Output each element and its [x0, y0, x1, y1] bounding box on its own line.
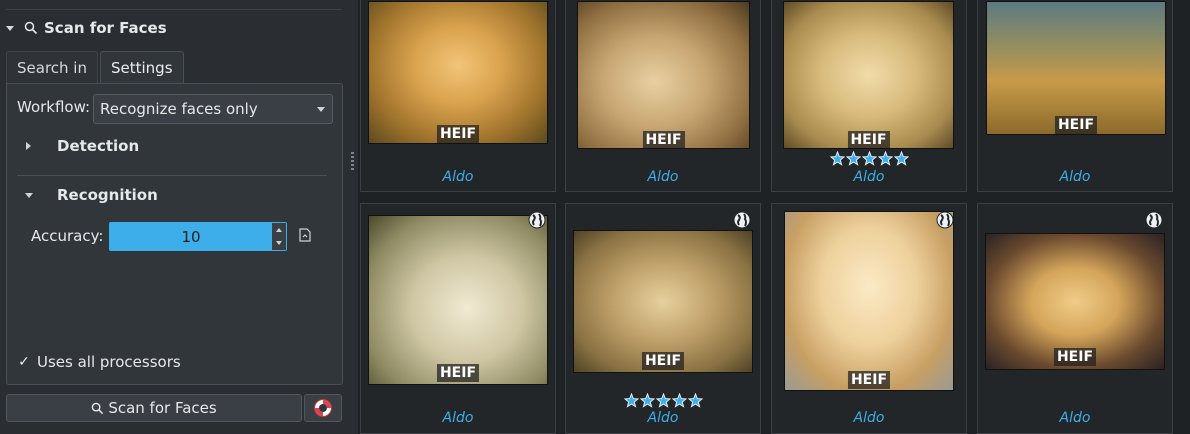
dog-photo[interactable]: HEIF: [985, 233, 1165, 370]
globe-icon: [733, 211, 751, 229]
thumbnail-item[interactable]: HEIF Aldo: [360, 203, 556, 434]
thumbnail-item[interactable]: HEIF Aldo: [565, 0, 761, 192]
star-icon[interactable]: [861, 150, 877, 170]
star-icon[interactable]: [829, 150, 845, 170]
spin-buttons[interactable]: [272, 223, 286, 250]
thumbnail-caption[interactable]: Aldo: [978, 410, 1172, 426]
uses-all-processors-row[interactable]: ✓ Uses all processors: [17, 352, 181, 372]
star-icon[interactable]: [877, 150, 893, 170]
scan-for-faces-button[interactable]: Scan for Faces: [6, 394, 302, 422]
format-badge: HEIF: [847, 371, 891, 389]
thumbnail-caption[interactable]: Aldo: [566, 169, 760, 185]
tab-bar: Search in Settings: [6, 51, 186, 84]
divider: [6, 9, 342, 10]
accuracy-value: 10: [181, 227, 201, 246]
dog-photo[interactable]: HEIF: [784, 211, 954, 391]
globe-icon: [528, 211, 546, 229]
reset-default-icon[interactable]: [299, 228, 311, 242]
help-button[interactable]: [304, 394, 342, 422]
dog-photo[interactable]: HEIF: [986, 1, 1166, 135]
format-badge: HEIF: [436, 125, 480, 143]
tab-settings[interactable]: Settings: [99, 51, 184, 84]
format-badge: HEIF: [641, 352, 685, 370]
thumbnail-caption[interactable]: Aldo: [361, 410, 555, 426]
accuracy-label: Accuracy:: [31, 227, 104, 245]
workflow-label: Workflow:: [17, 98, 91, 116]
dog-photo[interactable]: HEIF: [368, 215, 548, 385]
panel-splitter[interactable]: [348, 0, 358, 434]
recognition-label: Recognition: [57, 186, 158, 204]
thumbnail-caption[interactable]: Aldo: [361, 169, 555, 185]
chevron-right-icon: [26, 142, 31, 150]
rating-stars[interactable]: [772, 150, 966, 170]
globe-icon: [936, 211, 954, 229]
recognition-group-header[interactable]: Recognition: [23, 181, 158, 209]
format-badge: HEIF: [847, 131, 890, 148]
spin-down-icon[interactable]: [276, 241, 282, 246]
thumbnail-caption[interactable]: Aldo: [772, 410, 966, 426]
thumbnail-grid: HEIF Aldo HEIF Aldo HEIF Aldo HEIF Aldo …: [358, 0, 1190, 434]
lifebuoy-icon: [314, 399, 332, 417]
divider: [17, 175, 327, 176]
face-scan-panel: Scan for Faces Search in Settings Workfl…: [0, 0, 348, 434]
dog-photo[interactable]: HEIF: [368, 1, 548, 144]
settings-tab-panel: Workflow: Recognize faces only Detection…: [6, 83, 343, 385]
checkmark-icon[interactable]: ✓: [17, 354, 31, 370]
thumbnail-item[interactable]: HEIF Aldo: [771, 0, 967, 192]
dog-photo[interactable]: HEIF: [783, 1, 954, 149]
uses-all-processors-label: Uses all processors: [37, 353, 181, 371]
workflow-value: Recognize faces only: [100, 100, 258, 118]
thumbnail-caption[interactable]: Aldo: [566, 410, 760, 426]
star-icon[interactable]: [893, 150, 909, 170]
format-badge: HEIF: [1054, 116, 1098, 134]
dog-photo[interactable]: HEIF: [577, 1, 750, 149]
tab-search-in[interactable]: Search in: [6, 51, 98, 84]
detection-label: Detection: [57, 137, 140, 155]
format-badge: HEIF: [436, 364, 480, 382]
spin-up-icon[interactable]: [276, 227, 282, 232]
dog-photo[interactable]: HEIF: [573, 230, 753, 373]
thumbnail-item[interactable]: HEIF Aldo: [771, 203, 967, 434]
splitter-handle[interactable]: [351, 152, 354, 170]
thumbnail-caption[interactable]: Aldo: [772, 169, 966, 185]
search-icon: [92, 402, 104, 414]
workflow-select[interactable]: Recognize faces only: [93, 94, 333, 124]
globe-icon: [1145, 211, 1163, 229]
search-icon: [24, 21, 38, 35]
format-badge: HEIF: [642, 131, 685, 148]
section-title: Scan for Faces: [44, 19, 167, 37]
thumbnail-item[interactable]: HEIF Aldo: [977, 203, 1173, 434]
chevron-down-icon: [25, 192, 33, 198]
accuracy-spinbox[interactable]: 10: [109, 222, 287, 251]
star-icon[interactable]: [845, 150, 861, 170]
scan-button-label: Scan for Faces: [108, 399, 217, 417]
chevron-down-icon: [6, 25, 14, 31]
section-header-scan-for-faces[interactable]: Scan for Faces: [6, 14, 167, 42]
thumbnail-caption[interactable]: Aldo: [978, 169, 1172, 185]
thumbnail-item[interactable]: HEIF Aldo: [977, 0, 1173, 192]
thumbnail-item[interactable]: HEIF Aldo: [360, 0, 556, 192]
thumbnail-item[interactable]: HEIF Aldo: [565, 203, 761, 434]
chevron-down-icon: [317, 107, 325, 112]
format-badge: HEIF: [1053, 348, 1097, 366]
detection-group-header[interactable]: Detection: [23, 132, 139, 160]
